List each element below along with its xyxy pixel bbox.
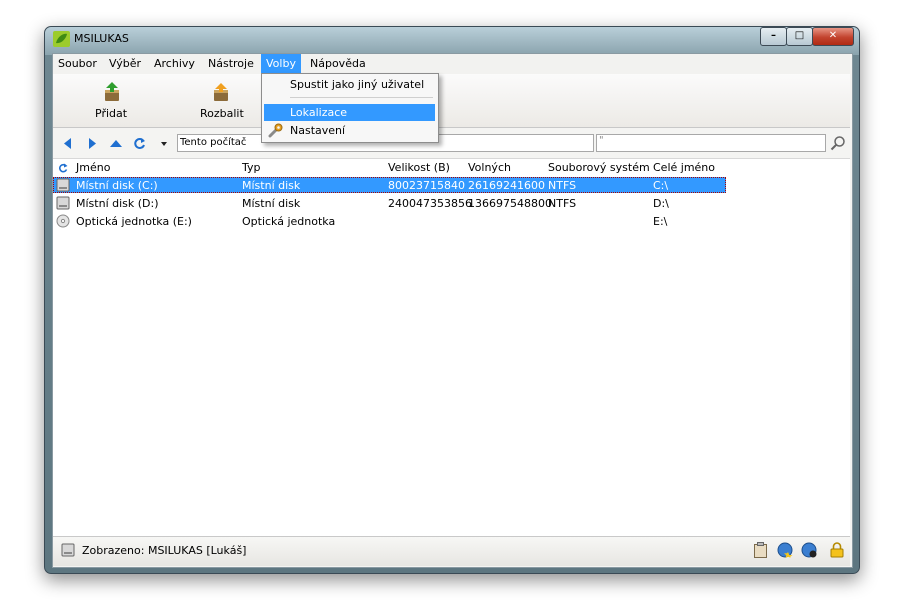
window-title: MSILUKAS	[74, 32, 129, 45]
up-arrow-icon[interactable]	[109, 138, 123, 149]
row-type: Místní disk	[242, 179, 301, 192]
search-input[interactable]	[596, 134, 826, 152]
lock-icon[interactable]	[830, 542, 844, 558]
row-type: Optická jednotka	[242, 215, 336, 228]
forward-arrow-icon[interactable]	[86, 137, 98, 150]
minimize-button[interactable]: –	[760, 27, 787, 46]
minimize-icon: –	[771, 30, 776, 41]
column-header-name[interactable]: Jméno	[76, 161, 110, 174]
status-text: Zobrazeno: MSILUKAS [Lukáš]	[82, 544, 247, 557]
menu-vyber[interactable]: Výběr	[104, 54, 146, 74]
menu-napoveda[interactable]: Nápověda	[305, 54, 371, 74]
menu-item-settings[interactable]: Nastavení	[290, 124, 345, 137]
menu-item-run-as[interactable]: Spustit jako jiný uživatel	[290, 78, 424, 91]
extract-label: Rozbalit	[200, 107, 244, 120]
menu-volby[interactable]: Volby	[261, 54, 301, 74]
row-size: 80023715840	[388, 179, 465, 192]
history-dropdown-icon[interactable]	[160, 141, 168, 147]
menu-separator	[290, 97, 433, 98]
row-fullname: E:\	[653, 215, 668, 228]
optical-disc-icon	[56, 214, 70, 228]
column-header-type[interactable]: Typ	[242, 161, 261, 174]
app-logo-icon	[53, 31, 70, 47]
close-icon: ✕	[828, 30, 838, 41]
row-filesystem: NTFS	[548, 197, 577, 210]
refresh-icon[interactable]	[133, 137, 146, 150]
close-button[interactable]: ✕	[812, 27, 854, 46]
row-name: Optická jednotka (E:)	[76, 215, 192, 228]
column-refresh-icon[interactable]	[58, 163, 68, 173]
menu-archivy[interactable]: Archivy	[149, 54, 200, 74]
search-value: "	[599, 135, 604, 146]
computer-icon	[61, 543, 75, 557]
wrench-icon	[268, 123, 283, 138]
row-fullname: D:\	[653, 197, 669, 210]
extract-archive-icon	[214, 83, 228, 101]
add-label: Přidat	[95, 107, 128, 120]
hard-drive-icon	[56, 196, 70, 210]
row-filesystem: NTFS	[548, 179, 577, 192]
column-header-filesystem[interactable]: Souborový systém	[548, 161, 650, 174]
address-text: Tento počítač	[180, 137, 247, 148]
globe-network-icon[interactable]	[801, 542, 817, 558]
column-header-size[interactable]: Velikost (B)	[388, 161, 450, 174]
row-name: Místní disk (D:)	[76, 197, 159, 210]
globe-star-icon[interactable]	[777, 542, 793, 558]
add-archive-icon	[105, 82, 119, 101]
row-name: Místní disk (C:)	[76, 179, 158, 192]
search-icon[interactable]	[830, 135, 846, 151]
row-fullname: C:\	[653, 179, 669, 192]
back-arrow-icon[interactable]	[62, 137, 74, 150]
maximize-button[interactable]: □	[786, 27, 813, 46]
row-size: 240047353856	[388, 197, 472, 210]
row-free: 136697548800	[468, 197, 552, 210]
toolbar	[53, 74, 850, 128]
column-header-fullname[interactable]: Celé jméno	[653, 161, 715, 174]
maximize-icon: □	[794, 30, 805, 41]
row-free: 26169241600	[468, 179, 545, 192]
clipboard-icon[interactable]	[753, 542, 768, 558]
column-header-free[interactable]: Volných	[468, 161, 511, 174]
row-type: Místní disk	[242, 197, 301, 210]
hard-drive-icon	[56, 178, 70, 192]
menu-nastroje[interactable]: Nástroje	[203, 54, 259, 74]
menu-soubor[interactable]: Soubor	[53, 54, 102, 74]
menu-item-localization[interactable]: Lokalizace	[290, 106, 347, 119]
